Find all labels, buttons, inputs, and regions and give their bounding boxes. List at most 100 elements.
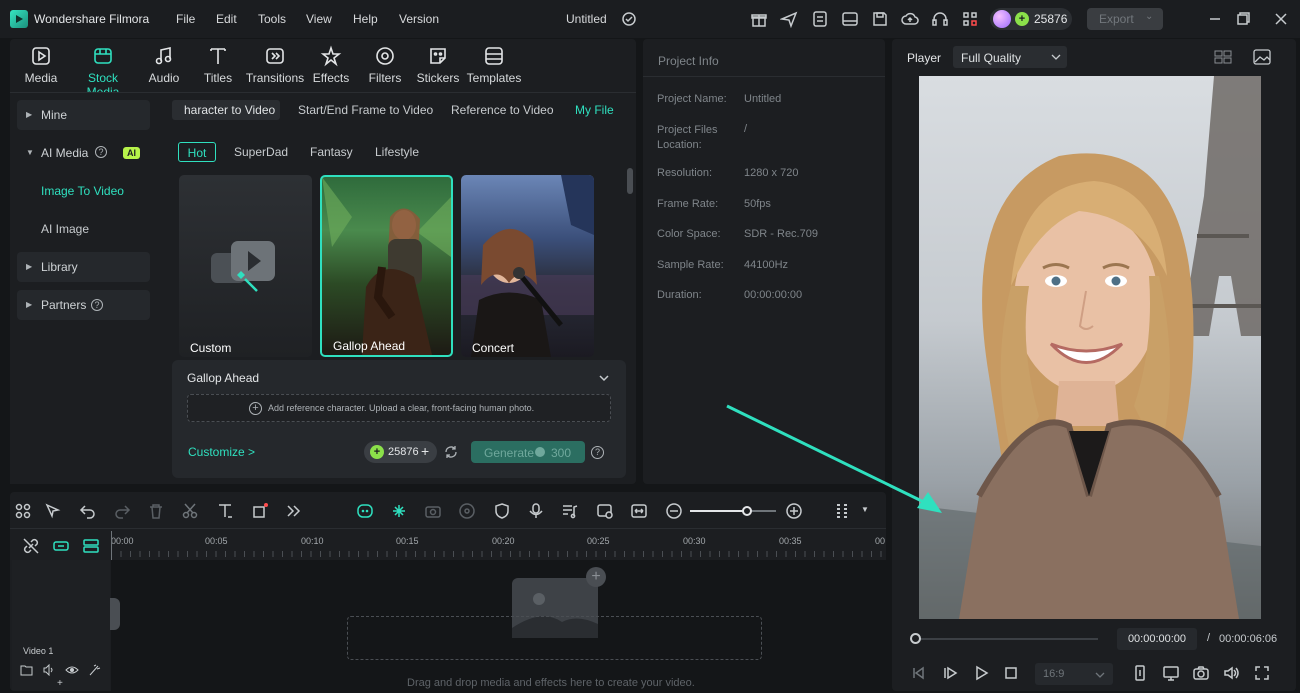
checklist-icon[interactable] xyxy=(811,10,829,28)
sidebar-item-image-to-video[interactable]: Image To Video xyxy=(41,184,124,198)
crop-icon[interactable] xyxy=(251,502,269,520)
toolbar-stickers[interactable]: Stickers xyxy=(408,42,468,88)
layout-icon[interactable] xyxy=(841,10,859,28)
generate-button[interactable]: Generate 300 xyxy=(471,441,585,463)
track-options-icon[interactable] xyxy=(833,502,851,520)
toolbar-filters[interactable]: Filters xyxy=(355,42,415,88)
sidebar-item-mine[interactable]: ▶ Mine xyxy=(17,100,150,130)
text-tool-icon[interactable] xyxy=(216,502,234,520)
toolbar-media[interactable]: Media xyxy=(11,42,71,88)
music-list-icon[interactable] xyxy=(561,502,579,520)
refresh-icon[interactable] xyxy=(444,445,458,459)
undo-icon[interactable] xyxy=(79,502,97,520)
fit-width-icon[interactable] xyxy=(630,502,648,520)
zoom-in-icon[interactable] xyxy=(785,502,803,520)
scrubber-handle[interactable] xyxy=(910,633,921,644)
add-credits-icon[interactable]: + xyxy=(421,443,429,459)
minimize-icon[interactable] xyxy=(1206,10,1224,28)
close-icon[interactable] xyxy=(1272,10,1290,28)
template-card-custom[interactable]: Custom xyxy=(179,175,312,357)
sidebar-item-ai-media[interactable]: ▼ AI Media ? AI xyxy=(17,138,150,168)
grid-view-icon[interactable] xyxy=(1214,50,1232,64)
headset-icon[interactable] xyxy=(931,10,949,28)
more-tools-icon[interactable] xyxy=(284,502,302,520)
camera-icon[interactable] xyxy=(1192,664,1210,682)
folder-icon[interactable] xyxy=(20,664,33,676)
aspect-ratio-select[interactable]: 16:9 xyxy=(1035,663,1113,685)
quality-select[interactable]: Full Quality xyxy=(953,46,1067,68)
keyframe-icon[interactable] xyxy=(424,502,442,520)
toolbar-audio[interactable]: Audio xyxy=(134,42,194,88)
magnet-snap-icon[interactable] xyxy=(390,502,408,520)
add-track-icon[interactable] xyxy=(52,537,70,555)
menu-edit[interactable]: Edit xyxy=(216,12,237,26)
delete-icon[interactable] xyxy=(147,502,165,520)
play-frame-icon[interactable] xyxy=(941,664,959,682)
redo-icon[interactable] xyxy=(113,502,131,520)
sidebar-item-ai-image[interactable]: AI Image xyxy=(41,222,89,236)
chip-superdad[interactable]: SuperDad xyxy=(234,142,288,162)
export-button[interactable]: Export ⌄ xyxy=(1087,8,1163,30)
tab-reference-to-video[interactable]: Reference to Video xyxy=(451,100,554,120)
shield-icon[interactable] xyxy=(493,502,511,520)
media-settings-icon[interactable] xyxy=(596,502,614,520)
scrollbar[interactable] xyxy=(627,168,633,194)
link-off-icon[interactable] xyxy=(22,537,40,555)
menu-tools[interactable]: Tools xyxy=(258,12,286,26)
layout-grid-icon[interactable] xyxy=(14,502,32,520)
credits-badge[interactable]: + 25876 + xyxy=(364,441,437,463)
toolbar-effects[interactable]: Effects xyxy=(301,42,361,88)
marker-icon[interactable] xyxy=(1131,664,1149,682)
credits-pill[interactable]: + 25876 xyxy=(990,8,1072,30)
menu-view[interactable]: View xyxy=(306,12,332,26)
select-tool-icon[interactable] xyxy=(44,502,62,520)
zoom-slider[interactable] xyxy=(690,504,776,518)
drop-zone[interactable] xyxy=(347,616,762,660)
zoom-out-icon[interactable] xyxy=(665,502,683,520)
cloud-upload-icon[interactable] xyxy=(901,10,919,28)
template-card-gallop-ahead[interactable]: Gallop Ahead xyxy=(320,175,453,357)
toolbar-transitions[interactable]: Transitions xyxy=(244,42,306,88)
video-preview[interactable] xyxy=(919,76,1261,619)
cut-icon[interactable] xyxy=(181,502,199,520)
chip-hot[interactable]: Hot xyxy=(178,142,216,162)
track-volume-icon[interactable] xyxy=(43,664,56,676)
chevron-down-icon[interactable] xyxy=(598,373,610,383)
caret-down-icon[interactable]: ▼ xyxy=(861,505,869,514)
volume-icon[interactable] xyxy=(1222,664,1240,682)
customize-link[interactable]: Customize > xyxy=(188,445,255,459)
menu-file[interactable]: File xyxy=(176,12,195,26)
sidebar-item-partners[interactable]: ▶ Partners ? xyxy=(17,290,150,320)
chip-lifestyle[interactable]: Lifestyle xyxy=(375,142,419,162)
maximize-icon[interactable] xyxy=(1234,10,1252,28)
help-icon[interactable]: ? xyxy=(91,299,103,311)
menu-version[interactable]: Version xyxy=(399,12,439,26)
snapshot-image-icon[interactable] xyxy=(1253,49,1271,65)
cloud-check-icon[interactable] xyxy=(621,11,637,27)
playback-scrubber[interactable] xyxy=(910,632,1100,646)
template-card-concert[interactable]: Concert xyxy=(461,175,594,357)
track-effect-icon[interactable] xyxy=(88,664,101,676)
speed-icon[interactable] xyxy=(458,502,476,520)
toolbar-templates[interactable]: Templates xyxy=(464,42,524,88)
stop-icon[interactable] xyxy=(1002,664,1020,682)
fullscreen-icon[interactable] xyxy=(1253,664,1271,682)
menu-help[interactable]: Help xyxy=(353,12,378,26)
microphone-icon[interactable] xyxy=(527,502,545,520)
help-icon[interactable]: ? xyxy=(591,446,604,459)
toolbar-titles[interactable]: Titles xyxy=(188,42,248,88)
tab-character-to-video[interactable]: haracter to Video xyxy=(172,100,280,120)
gift-icon[interactable] xyxy=(750,10,768,28)
track-collapse-handle[interactable] xyxy=(110,598,120,630)
previous-frame-icon[interactable] xyxy=(909,664,927,682)
help-icon[interactable]: ? xyxy=(95,146,107,158)
sidebar-item-library[interactable]: ▶ Library xyxy=(17,252,150,282)
add-media-icon[interactable]: + xyxy=(586,567,606,587)
send-icon[interactable] xyxy=(780,10,798,28)
track-manager-icon[interactable] xyxy=(82,537,100,555)
zoom-slider-handle[interactable] xyxy=(741,506,752,516)
apps-icon[interactable] xyxy=(961,10,979,28)
tab-my-file[interactable]: My File xyxy=(575,100,614,120)
play-icon[interactable] xyxy=(972,664,990,682)
tab-start-end-frame[interactable]: Start/End Frame to Video xyxy=(298,100,433,120)
